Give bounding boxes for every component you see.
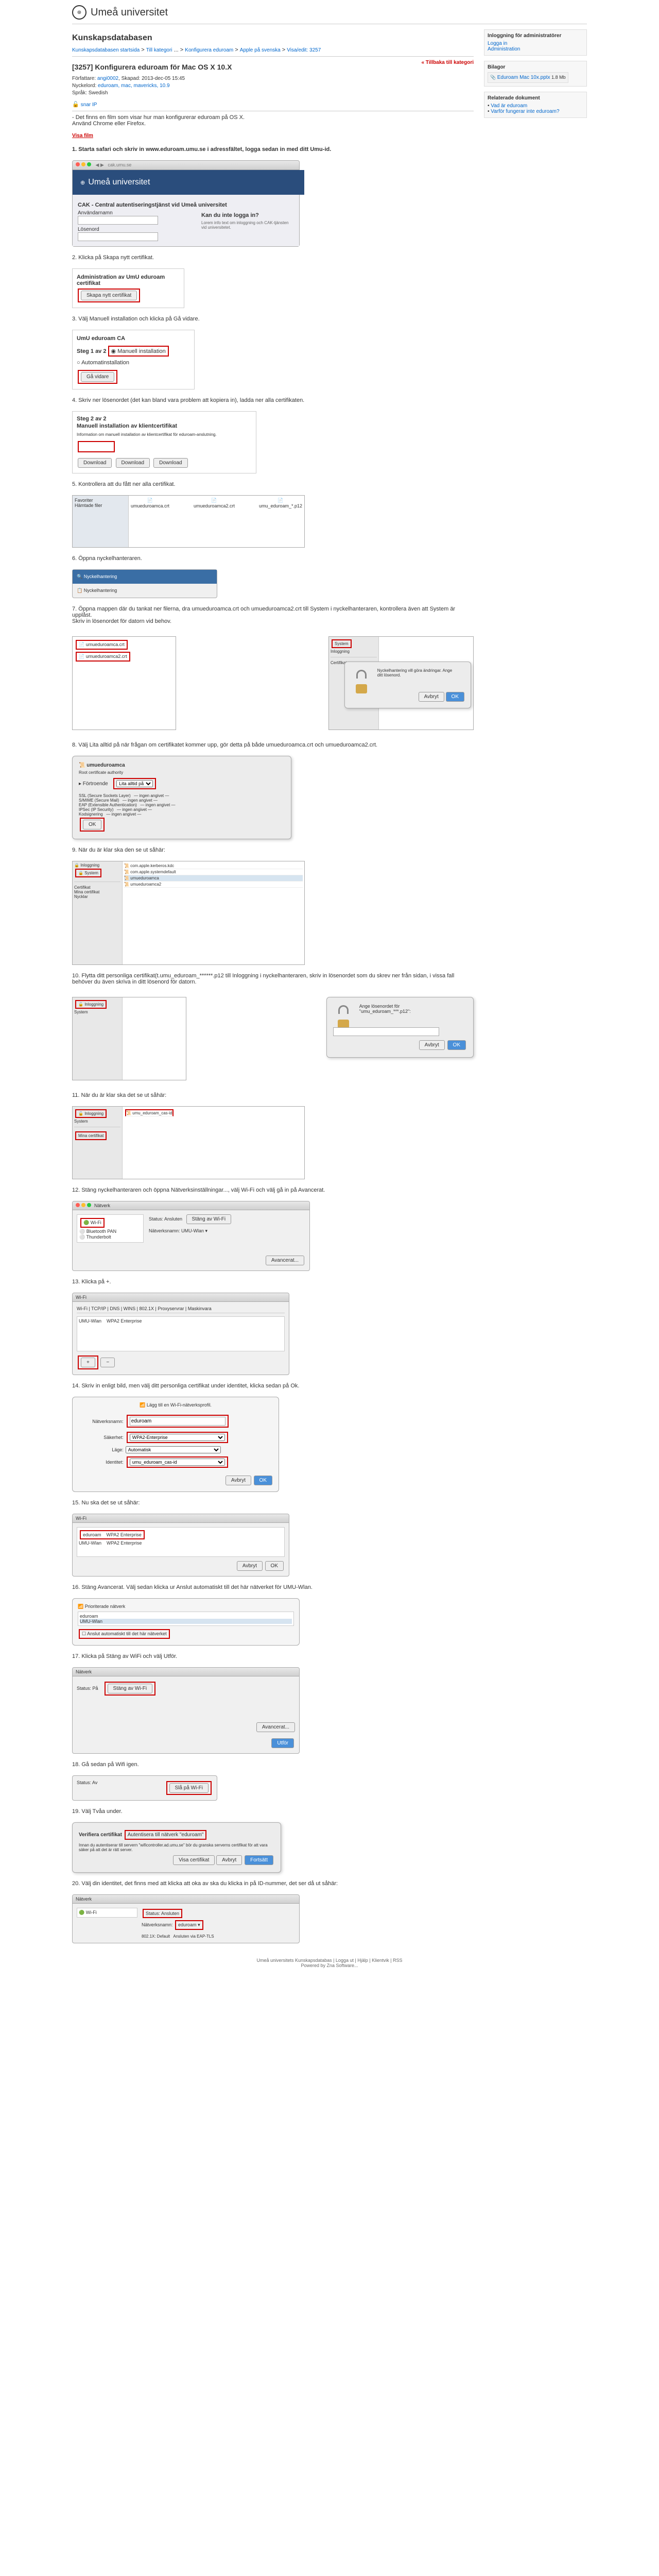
cancel-btn[interactable]: Avbryt	[419, 692, 444, 702]
admin-link[interactable]: Administration	[488, 46, 520, 52]
crumb-cat[interactable]: Till kategori	[146, 47, 172, 53]
related-link-1[interactable]: Vad är eduroam	[491, 103, 527, 109]
film-link[interactable]: Visa film	[72, 133, 93, 139]
login-link[interactable]: Logga in	[488, 41, 507, 46]
step-2: 2. Klicka på Skapa nytt certifikat.	[72, 255, 154, 261]
login-box: Inloggning för administratörer Logga in …	[484, 29, 587, 56]
footer: Umeå universitets Kunskapsdatabas | Logg…	[72, 1958, 587, 1968]
breadcrumb: Kunskapsdatabasen startsida > Till kateg…	[72, 47, 474, 53]
step-4: 4. Skriv ner lösenordet (det kan bland v…	[72, 397, 304, 403]
snar-ip[interactable]: snar IP	[81, 102, 97, 108]
meta-lang: Språk: Swedish	[72, 90, 474, 96]
author-link[interactable]: angi0002	[97, 76, 118, 81]
intro-text: - Det finns en film som visar hur man ko…	[72, 114, 474, 121]
password-input[interactable]	[78, 232, 158, 241]
network-prefs: Nätverk 🟢 Wi-Fi ⚪ Bluetooth PAN ⚪ Thunde…	[72, 1201, 310, 1271]
attach-box: Bilagor 📎 Eduroam Mac 10x.pptx 1.8 Mb	[484, 61, 587, 87]
advanced-button[interactable]: Avancerat...	[266, 1256, 304, 1265]
security-select[interactable]: WPA2-Enterprise	[130, 1434, 225, 1441]
step-15: 15. Nu ska det se ut såhär:	[72, 1500, 140, 1506]
network-apply: Nätverk Status: På Stäng av Wi-Fi Avance…	[72, 1667, 300, 1754]
crumb-view[interactable]: Visa/edit: 3257	[287, 47, 321, 53]
page-title: Kunskapsdatabasen	[72, 33, 474, 43]
drag-source: 📄 umueduroamca.crt 📄 umueduroamca2.crt	[72, 636, 176, 730]
autoconnect-panel: 📶 Prioriterade nätverk eduroam UMU-Wlan …	[72, 1598, 300, 1646]
step-13: 13. Klicka på +.	[72, 1279, 111, 1285]
identity-select[interactable]: umu_eduroam_cas-id	[130, 1459, 225, 1466]
wifi-profile-dialog: 📶 Lägg till en Wi-Fi-nätverksprofil. Nät…	[72, 1397, 279, 1492]
add-button[interactable]: +	[81, 1358, 95, 1367]
crumb-conf[interactable]: Konfigurera eduroam	[185, 47, 233, 53]
apply-button[interactable]: Utför	[271, 1738, 294, 1748]
keychain-result: 🔒 Inloggning 🔒 System Certifikat Mina ce…	[72, 861, 305, 965]
step-7: 7. Öppna mappen där du tankat ner filern…	[72, 606, 455, 618]
crumb-home[interactable]: Kunskapsdatabasen startsida	[72, 47, 140, 53]
eduroam-ca-box: UmU eduroam CA Steg 1 av 2 ◉ Manuell ins…	[72, 330, 195, 389]
step-12: 12. Stäng nyckelhanteraren och öppna Nät…	[72, 1187, 325, 1193]
admin-cert-box: Administration av UmU eduroam certifikat…	[72, 268, 184, 308]
continue-cert-button[interactable]: Fortsätt	[245, 1855, 273, 1865]
safari-window: ◀ ▶ cak.umu.se ⊕ Umeå universitet CAK - …	[72, 160, 300, 247]
trust-prompt: 📜 umueduroamca Root certificate authorit…	[72, 756, 291, 839]
advanced-wifi: Wi-Fi Wi-Fi | TCP/IP | DNS | WINS | 802.…	[72, 1293, 289, 1375]
create-cert-button[interactable]: Skapa nytt certifikat	[81, 291, 137, 300]
meta-tags: Nyckelord: eduroam, mac, mavericks, 10.9	[72, 83, 474, 89]
step-3: 3. Välj Manuell installation och klicka …	[72, 316, 200, 322]
step-11: 11. När du är klar ska det se ut såhär:	[72, 1092, 166, 1098]
step-17: 17. Klicka på Stäng av WiFi och välj Utf…	[72, 1653, 177, 1659]
back-link[interactable]: « Tillbaka till kategori	[421, 60, 474, 65]
mode-select[interactable]: Automatisk	[126, 1446, 221, 1453]
step-19: 19. Välj Tvåa under.	[72, 1808, 123, 1815]
step-16: 16. Stäng Avancerat. Välj sedan klicka u…	[72, 1584, 313, 1590]
continue-button[interactable]: Gå vidare	[81, 372, 114, 382]
ok-btn[interactable]: OK	[446, 692, 464, 702]
downloads-finder: FavoriterHämtade filer 📄umueduroamca.crt…	[72, 495, 305, 548]
wifi-off-button[interactable]: Stäng av Wi-Fi	[108, 1684, 153, 1693]
intro-text2: Använd Chrome eller Firefox.	[72, 121, 474, 127]
step-6: 6. Öppna nyckelhanteraren.	[72, 555, 142, 562]
keychain-drop: 🔓 Inloggning System	[72, 997, 186, 1080]
logo: ⊕	[72, 5, 86, 20]
advanced-result: Wi-Fi eduroam WPA2 Enterprise UMU-Wlan W…	[72, 1514, 289, 1577]
username-input[interactable]	[78, 216, 158, 225]
brand-name: Umeå universitet	[91, 7, 168, 19]
step-8: 8. Välj Lita alltid på när frågan om cer…	[72, 742, 377, 748]
verify-cert-prompt: Verifiera certifikat Autentisera till nä…	[72, 1822, 281, 1873]
step-10: 10. Flytta ditt personliga certifikat(t.…	[72, 973, 454, 985]
step-18: 18. Gå sedan på Wifi igen.	[72, 1761, 139, 1768]
trust-select[interactable]: Lita alltid på	[116, 780, 153, 787]
crumb-apple[interactable]: Apple på svenska	[240, 47, 281, 53]
final-connected: Nätverk 🟢 Wi-Fi Status: Ansluten Nätverk…	[72, 1894, 300, 1943]
ssid-input[interactable]	[130, 1417, 226, 1426]
related-link-2[interactable]: Varför fungerar inte eduroam?	[491, 109, 559, 114]
wifi-on-panel: Status: Av Slå på Wi-Fi	[72, 1775, 217, 1801]
tags-link[interactable]: eduroam, mac, mavericks, 10.9	[98, 83, 170, 89]
attach-file-link[interactable]: Eduroam Mac 10x.pptx	[497, 75, 550, 80]
spotlight: 🔍 Nyckelhantering 📋 Nyckelhantering	[72, 569, 217, 598]
meta-author: Författare: angi0002, Skapad: 2013-dec-0…	[72, 76, 474, 81]
step-5: 5. Kontrollera att du fått ner alla cert…	[72, 481, 176, 487]
p12-password-prompt: Ange lösenordet för "umu_eduroam_***.p12…	[326, 997, 474, 1058]
related-box: Relaterade dokument • Vad är eduroam • V…	[484, 92, 587, 118]
step-14: 14. Skriv in enligt bild, men välj ditt …	[72, 1383, 299, 1389]
manual-install-box: Steg 2 av 2 Manuell installation av klie…	[72, 411, 256, 473]
wifi-on-button[interactable]: Slå på Wi-Fi	[169, 1783, 209, 1793]
keychain-window: System Inloggning Certifikat Nyckelhante…	[328, 636, 474, 730]
p12-password[interactable]	[333, 1027, 439, 1036]
step-20: 20. Välj din identitet, det finns med at…	[72, 1880, 338, 1887]
step-9: 9. När du är klar ska den se ut såhär:	[72, 847, 165, 853]
article-title: [3257] Konfigurera eduroam för Mac OS X …	[72, 63, 232, 71]
step-1: 1. Starta safari och skriv in www.eduroa…	[72, 146, 331, 152]
keychain-login-result: 🔓 Inloggning System Mina certifikat 📜 um…	[72, 1106, 305, 1179]
